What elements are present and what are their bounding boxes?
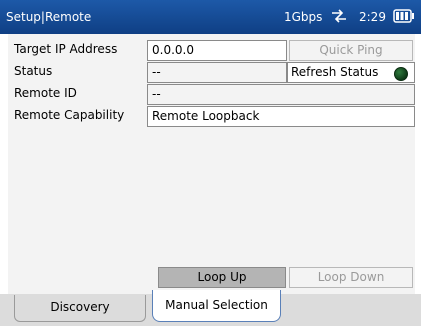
loop-down-button[interactable]: Loop Down bbox=[289, 267, 413, 288]
remote-setup-panel: Target IP Address 0.0.0.0 Quick Ping Sta… bbox=[8, 34, 415, 303]
tab-manual-selection[interactable]: Manual Selection bbox=[152, 290, 281, 322]
loop-up-button[interactable]: Loop Up bbox=[158, 267, 286, 288]
target-ip-label: Target IP Address bbox=[14, 42, 118, 56]
remote-id-value: -- bbox=[147, 84, 415, 105]
target-ip-field[interactable]: 0.0.0.0 bbox=[147, 40, 287, 61]
remote-id-label: Remote ID bbox=[14, 86, 77, 100]
status-label: Status bbox=[14, 64, 53, 78]
refresh-status-button[interactable]: Refresh Status bbox=[287, 62, 415, 83]
tab-discovery[interactable]: Discovery bbox=[14, 295, 146, 322]
link-speed: 1Gbps bbox=[284, 10, 323, 24]
status-value: -- bbox=[147, 62, 287, 83]
title-bar: Setup|Remote 1Gbps 2:29 bbox=[0, 0, 421, 34]
remote-capability-value: Remote Loopback bbox=[147, 106, 415, 127]
quick-ping-button[interactable]: Quick Ping bbox=[289, 40, 413, 61]
remote-capability-label: Remote Capability bbox=[14, 108, 125, 122]
screen-title: Setup|Remote bbox=[6, 10, 92, 24]
network-arrows-icon bbox=[331, 9, 347, 23]
tab-bar: Discovery Manual Selection bbox=[0, 290, 421, 326]
battery-icon bbox=[393, 9, 415, 23]
refresh-status-label: Refresh Status bbox=[291, 65, 379, 79]
status-indicator-icon bbox=[394, 67, 408, 81]
clock: 2:29 bbox=[359, 10, 386, 24]
